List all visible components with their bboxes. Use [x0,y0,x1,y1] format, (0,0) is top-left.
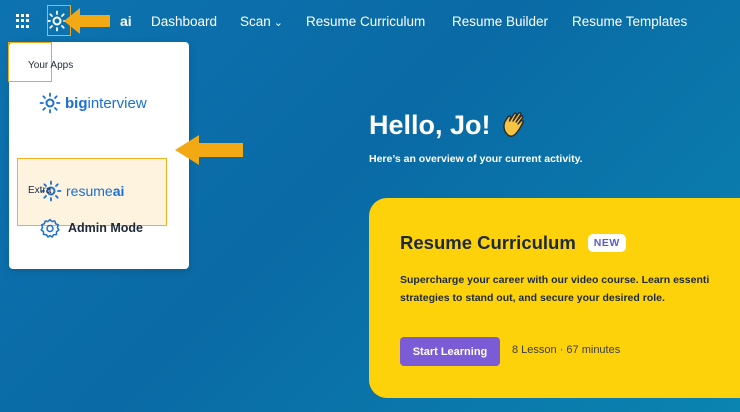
apps-grid-icon[interactable] [16,14,30,28]
waving-hand-icon [502,112,524,137]
extra-label: Extra [28,185,52,196]
nav-resume-templates-label: Resume Templates [572,14,688,29]
card-description-line-1: Supercharge your career with our video c… [400,274,710,286]
nav-resume-templates[interactable]: Resume Templates [572,14,687,29]
subtitle: Here’s an overview of your current activ… [369,153,583,165]
gear-icon [40,218,60,238]
admin-mode-label: Admin Mode [68,221,143,235]
greeting-text: Hello, Jo! [369,109,491,140]
lesson-meta: 8 Lesson · 67 minutes [512,344,621,356]
apps-dropdown: Your Apps biginterview resumeai Extra Ad… [8,42,189,269]
nav-scan-label: Scan [240,14,271,29]
arrow-left-icon [175,135,243,165]
nav-dashboard[interactable]: Dashboard [151,14,217,29]
chevron-down-icon: ⌄ [273,17,283,29]
biginterview-rest: interview [87,94,147,112]
resume-curriculum-card: Resume Curriculum NEW Supercharge your c… [369,198,740,398]
resumeai-rest: resume [66,183,113,199]
card-description: Supercharge your career with our video c… [400,271,740,307]
nav-resume-builder[interactable]: Resume Builder [452,14,548,29]
top-navigation: ai Dashboard Scan ⌄ Resume Curriculum Res… [0,0,740,42]
greeting: Hello, Jo! [369,109,531,141]
biginterview-wordmark: biginterview [65,95,147,112]
card-description-line-2: strategies to stand out, and secure your… [400,292,665,304]
biginterview-bold: big [65,94,88,112]
nav-dashboard-label: Dashboard [151,14,218,29]
start-learning-button[interactable]: Start Learning [400,337,500,366]
card-title-row: Resume Curriculum NEW [400,232,626,254]
sun-logo-icon [39,92,61,114]
nav-resume-curriculum-label: Resume Curriculum [306,14,426,29]
card-title: Resume Curriculum [400,232,576,253]
resumeai-bold: ai [112,183,125,199]
nav-scan[interactable]: Scan ⌄ [240,14,283,29]
nav-resume-builder-label: Resume Builder [452,14,549,29]
resumeai-wordmark: resumeai [66,183,124,199]
admin-mode-button[interactable]: Admin Mode [40,218,143,238]
your-apps-label: Your Apps [28,60,74,71]
arrow-left-icon [64,8,110,34]
nav-resume-curriculum[interactable]: Resume Curriculum [306,14,425,29]
app-item-biginterview[interactable]: biginterview [39,92,147,114]
app-logo-text: ai [120,13,132,29]
new-badge: NEW [587,234,626,252]
